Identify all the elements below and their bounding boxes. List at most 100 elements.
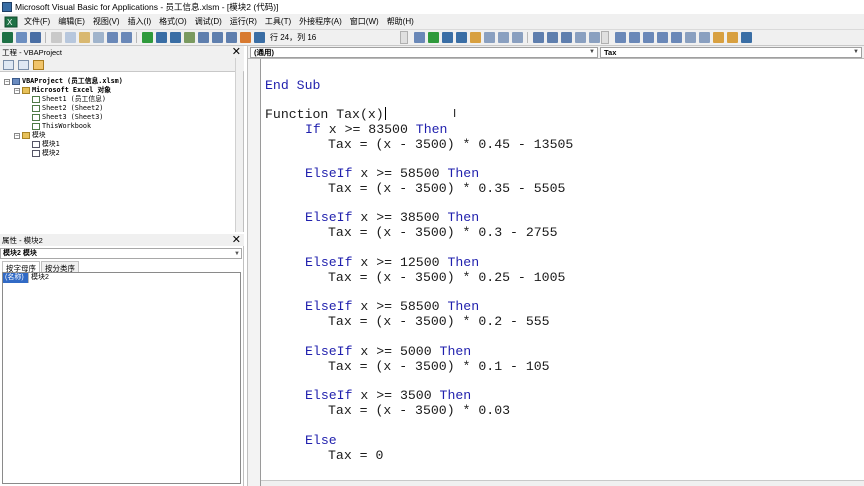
close-icon[interactable]: ✕: [232, 235, 241, 246]
code-line: Tax = (x - 3500) * 0.1 - 105: [328, 359, 550, 374]
toggle-bookmark-icon[interactable]: [740, 32, 752, 43]
menu-file[interactable]: 文件(F): [20, 15, 54, 29]
tree-item-module1[interactable]: 模块1: [32, 140, 60, 149]
code-window: (通用) ▼ Tax ▼ End Sub Function Tax(x) If …: [247, 46, 864, 486]
help-icon[interactable]: [253, 32, 265, 43]
properties-grid: (名称) 模块2: [2, 272, 241, 484]
properties-window: 属性 - 模块2 ✕ 模块2 模块 ▼ 按字母序 按分类序 (名称) 模块2: [0, 234, 244, 486]
toggle-folders-icon[interactable]: [33, 59, 44, 70]
step-into-icon[interactable]: [483, 32, 495, 43]
toolbar-overflow-handle[interactable]: [601, 31, 609, 44]
code-area[interactable]: End Sub Function Tax(x) If x >= 83500 Th…: [248, 59, 864, 486]
folder-icon: [22, 87, 30, 94]
tree-item-sheet1[interactable]: Sheet1 (员工信息): [32, 95, 106, 104]
excel-view-icon[interactable]: X: [2, 15, 20, 29]
code-combo-row: (通用) ▼ Tax ▼: [248, 46, 864, 59]
paste-icon[interactable]: [78, 32, 90, 43]
menu-tools[interactable]: 工具(T): [261, 15, 295, 29]
design-mode-icon[interactable]: [183, 32, 195, 43]
reset-icon[interactable]: [169, 32, 181, 43]
procedure-combo[interactable]: Tax ▼: [600, 47, 862, 58]
step-over-icon[interactable]: [497, 32, 509, 43]
tree-item-thisworkbook[interactable]: ThisWorkbook: [32, 122, 91, 131]
tree-item-sheet2[interactable]: Sheet2 (Sheet2): [32, 104, 103, 113]
collapse-icon[interactable]: −: [4, 78, 10, 85]
project-explorer-icon[interactable]: [197, 32, 209, 43]
locals-window-icon[interactable]: [532, 32, 544, 43]
toggle-breakpoint-icon[interactable]: [469, 32, 481, 43]
complete-word-icon[interactable]: [670, 32, 682, 43]
quick-info-icon[interactable]: [642, 32, 654, 43]
watch-window-icon[interactable]: [560, 32, 572, 43]
code-line: ElseIf x >= 58500 Then: [305, 299, 480, 314]
view-object-icon[interactable]: [18, 59, 29, 70]
close-icon[interactable]: ✕: [232, 47, 241, 58]
project-scrollbar[interactable]: [235, 58, 243, 232]
debug-break-icon[interactable]: [441, 32, 453, 43]
parameter-info-icon[interactable]: [656, 32, 668, 43]
indent-icon[interactable]: [684, 32, 696, 43]
code-line: If x >= 83500 Then: [305, 122, 448, 137]
object-select[interactable]: 模块2 模块 ▼: [0, 248, 242, 259]
margin-indicator-bar[interactable]: [248, 59, 261, 486]
comment-block-icon[interactable]: [712, 32, 724, 43]
code-line: Tax = (x - 3500) * 0.25 - 1005: [328, 270, 566, 285]
view-excel-icon[interactable]: [1, 32, 13, 43]
find-icon[interactable]: [92, 32, 104, 43]
quick-watch-icon[interactable]: [574, 32, 586, 43]
property-row[interactable]: (名称) 模块2: [3, 273, 240, 283]
copy-icon[interactable]: [64, 32, 76, 43]
object-browser-icon[interactable]: [225, 32, 237, 43]
standard-toolbar: 行 24，列 16: [0, 30, 864, 46]
edit-indent-icon[interactable]: [413, 32, 425, 43]
tree-item-excel-objects[interactable]: − Microsoft Excel 对象: [14, 86, 111, 95]
toolbox-icon[interactable]: [239, 32, 251, 43]
tree-item-modules[interactable]: − 模块: [14, 131, 46, 140]
code-line: Tax = (x - 3500) * 0.35 - 5505: [328, 181, 566, 196]
toolbar-overflow-handle[interactable]: [400, 31, 408, 44]
list-constants-icon[interactable]: [628, 32, 640, 43]
uncomment-block-icon[interactable]: [726, 32, 738, 43]
immediate-window-icon[interactable]: [546, 32, 558, 43]
step-out-icon[interactable]: [511, 32, 523, 43]
debug-reset-icon[interactable]: [455, 32, 467, 43]
code-horizontal-scrollbar[interactable]: [261, 480, 864, 486]
insert-module-icon[interactable]: [15, 32, 27, 43]
cut-icon[interactable]: [50, 32, 62, 43]
menu-help[interactable]: 帮助(H): [383, 15, 418, 29]
menu-edit[interactable]: 编辑(E): [54, 15, 89, 29]
tree-item-sheet3[interactable]: Sheet3 (Sheet3): [32, 113, 103, 122]
menu-addins[interactable]: 外接程序(A): [295, 15, 346, 29]
call-stack-icon[interactable]: [588, 32, 600, 43]
properties-window-icon[interactable]: [211, 32, 223, 43]
tree-item-module2[interactable]: 模块2: [32, 149, 60, 158]
menu-insert[interactable]: 插入(I): [124, 15, 156, 29]
project-explorer: 工程 - VBAProject ✕ − VBAProject (员工信息.xls…: [0, 46, 244, 232]
outdent-icon[interactable]: [698, 32, 710, 43]
save-icon[interactable]: [29, 32, 41, 43]
undo-icon[interactable]: [106, 32, 118, 43]
break-icon[interactable]: [155, 32, 167, 43]
toolbar-separator: [45, 32, 46, 43]
collapse-icon[interactable]: −: [14, 87, 20, 94]
properties-header: 属性 - 模块2 ✕: [0, 234, 244, 246]
menu-run[interactable]: 运行(R): [226, 15, 261, 29]
menu-debug[interactable]: 调试(D): [191, 15, 226, 29]
property-value[interactable]: 模块2: [28, 273, 49, 283]
run-icon[interactable]: [141, 32, 153, 43]
redo-icon[interactable]: [120, 32, 132, 43]
properties-title: 属性 - 模块2: [2, 235, 43, 245]
code-line: Tax = 0: [328, 448, 384, 463]
menu-window[interactable]: 窗口(W): [346, 15, 383, 29]
menu-view[interactable]: 视图(V): [89, 15, 124, 29]
menu-format[interactable]: 格式(O): [155, 15, 191, 29]
collapse-icon[interactable]: −: [14, 132, 20, 139]
code-line: ElseIf x >= 3500 Then: [305, 388, 472, 403]
text-caret: [384, 107, 386, 120]
tree-item-vbaproject[interactable]: − VBAProject (员工信息.xlsm): [4, 77, 123, 86]
list-properties-icon[interactable]: [614, 32, 626, 43]
view-code-icon[interactable]: [3, 59, 14, 70]
code-line: End Sub: [265, 78, 321, 93]
object-combo[interactable]: (通用) ▼: [250, 47, 598, 58]
debug-run-icon[interactable]: [427, 32, 439, 43]
